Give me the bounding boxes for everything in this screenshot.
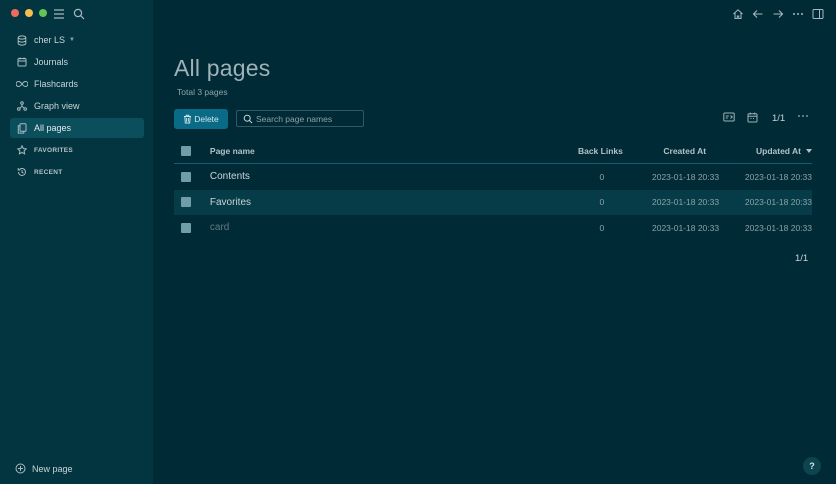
hierarchy-icon — [16, 100, 28, 112]
column-created-at[interactable]: Created At — [623, 146, 706, 156]
database-icon — [16, 34, 28, 46]
window-controls — [11, 9, 47, 17]
right-sidebar-toggle-icon[interactable] — [810, 6, 826, 22]
search-page-names-input[interactable] — [256, 113, 356, 124]
column-updated-at[interactable]: Updated At — [706, 145, 813, 156]
table-more-options-icon[interactable] — [797, 110, 809, 125]
main-content: All pages Total 3 pages Delete 1/1 — [153, 0, 836, 484]
select-all-checkbox[interactable] — [181, 145, 191, 156]
search-icon[interactable] — [71, 6, 87, 22]
calendar-icon — [16, 56, 28, 68]
back-links-count: 0 — [599, 222, 605, 233]
sidebar-item-label: All pages — [34, 123, 72, 133]
trash-icon — [183, 114, 192, 124]
search-icon — [243, 114, 253, 124]
app-window: cher LS ▼ Journals Flashcards Graph view… — [0, 0, 836, 484]
new-page-label: New page — [32, 463, 73, 474]
sidebar-item-all-pages[interactable]: All pages — [10, 118, 144, 138]
calendar-filter-icon[interactable] — [747, 112, 758, 123]
sidebar-item-label: Graph view — [34, 101, 80, 111]
search-field[interactable] — [236, 110, 364, 127]
table-row[interactable]: Contents 0 2023-01-18 20:33 2023-01-18 2… — [174, 164, 812, 190]
sidebar-nav: cher LS ▼ Journals Flashcards Graph view… — [10, 30, 144, 184]
back-links-count: 0 — [599, 171, 605, 182]
sidebar-section-label: RECENT — [34, 168, 63, 176]
row-checkbox[interactable] — [181, 171, 191, 182]
delete-button[interactable]: Delete — [174, 109, 228, 129]
page-name-link[interactable]: Favorites — [210, 197, 516, 208]
table-row[interactable]: card 0 2023-01-18 20:33 2023-01-18 20:33 — [174, 215, 812, 241]
pagination-bottom: 1/1 — [795, 253, 809, 264]
chevron-down-icon: ▼ — [69, 37, 75, 43]
journal-toggle-icon[interactable] — [723, 112, 735, 122]
created-at: 2023-01-18 20:33 — [651, 222, 720, 233]
updated-at: 2023-01-18 20:33 — [744, 197, 813, 208]
graph-selector[interactable]: cher LS ▼ — [10, 30, 144, 50]
page-name-link[interactable]: card — [210, 222, 516, 233]
minimize-window-button[interactable] — [25, 9, 33, 17]
delete-button-label: Delete — [194, 114, 219, 124]
sidebar-item-label: Journals — [34, 57, 69, 67]
left-sidebar: cher LS ▼ Journals Flashcards Graph view… — [0, 0, 153, 484]
help-button[interactable]: ? — [803, 457, 821, 475]
home-icon[interactable] — [730, 6, 746, 22]
back-links-count: 0 — [599, 197, 605, 208]
history-icon — [16, 166, 28, 178]
new-page-button[interactable]: New page — [15, 463, 73, 474]
arrow-right-icon[interactable] — [770, 6, 786, 22]
sidebar-section-recent[interactable]: RECENT — [10, 162, 144, 182]
infinity-icon — [16, 78, 28, 90]
column-back-links[interactable]: Back Links — [517, 146, 623, 156]
table-row[interactable]: Favorites 0 2023-01-18 20:33 2023-01-18 … — [174, 189, 813, 215]
zoom-window-button[interactable] — [39, 9, 47, 17]
sidebar-item-graph-view[interactable]: Graph view — [10, 96, 144, 116]
page-title: All pages — [174, 55, 271, 82]
pages-table: Page name Back Links Created At Updated … — [174, 138, 813, 241]
created-at: 2023-01-18 20:33 — [651, 197, 720, 208]
sidebar-item-flashcards[interactable]: Flashcards — [10, 74, 144, 94]
star-icon — [16, 144, 28, 156]
menu-icon[interactable] — [51, 6, 67, 22]
created-at: 2023-01-18 20:33 — [651, 171, 720, 182]
sidebar-section-label: FAVORITES — [34, 146, 74, 154]
total-pages-count: Total 3 pages — [177, 87, 228, 97]
plus-circle-icon — [15, 463, 26, 474]
page-name-link[interactable]: Contents — [210, 171, 516, 182]
column-updated-at-label: Updated At — [756, 145, 802, 156]
files-icon — [16, 122, 28, 134]
arrow-left-icon[interactable] — [750, 6, 766, 22]
column-page-name[interactable]: Page name — [210, 146, 517, 156]
sort-desc-icon — [806, 149, 813, 154]
sidebar-item-label: Flashcards — [34, 79, 79, 89]
table-header: Page name Back Links Created At Updated … — [174, 138, 813, 164]
updated-at: 2023-01-18 20:33 — [744, 222, 813, 233]
close-window-button[interactable] — [11, 9, 19, 17]
graph-name: cher LS — [34, 35, 66, 45]
more-options-icon[interactable] — [790, 6, 806, 22]
sidebar-item-journals[interactable]: Journals — [10, 52, 144, 72]
pagination-top: 1/1 — [772, 113, 786, 124]
sidebar-section-favorites[interactable]: FAVORITES — [10, 140, 144, 160]
row-checkbox[interactable] — [181, 197, 191, 208]
updated-at: 2023-01-18 20:33 — [744, 171, 813, 182]
row-checkbox[interactable] — [181, 222, 191, 233]
